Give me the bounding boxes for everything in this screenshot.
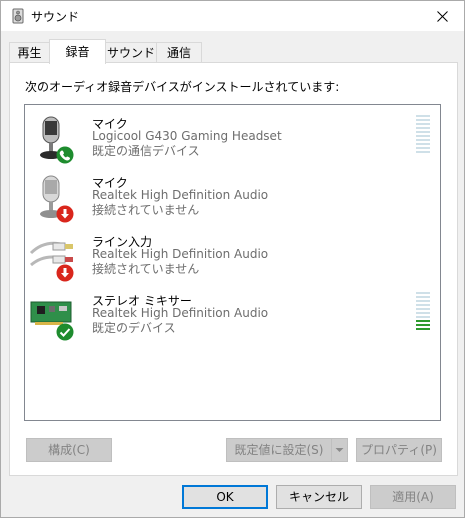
tab-communications[interactable]: 通信 [156, 42, 202, 63]
set-default-dropdown[interactable] [331, 438, 348, 462]
device-status: 既定の通信デバイス [92, 144, 200, 158]
level-meter [416, 115, 430, 155]
recording-panel: 次のオーディオ録音デバイスがインストールされています: マイク Logicool… [9, 62, 458, 476]
title-bar: サウンド [1, 1, 464, 31]
device-status: 接続されていません [92, 262, 200, 276]
device-description: Realtek High Definition Audio [92, 247, 269, 261]
down-arrow-icon [56, 264, 74, 282]
phone-icon [56, 146, 74, 164]
down-arrow-icon [56, 205, 74, 223]
checkmark-icon [56, 323, 74, 341]
configure-button[interactable]: 構成(C) [26, 438, 112, 462]
sound-dialog: サウンド 再生 録音 サウンド 通信 次のオーディオ録音デバイスがインストールさ… [0, 0, 465, 518]
apply-button[interactable]: 適用(A) [370, 485, 456, 509]
list-item[interactable]: マイク Realtek High Definition Audio 接続されてい… [25, 172, 440, 232]
device-description: Realtek High Definition Audio [92, 188, 269, 202]
cancel-button[interactable]: キャンセル [276, 485, 362, 509]
device-description: Logicool G430 Gaming Headset [92, 129, 282, 143]
device-status: 接続されていません [92, 203, 200, 217]
chevron-down-icon [335, 448, 344, 452]
properties-button[interactable]: プロパティ(P) [356, 438, 442, 462]
device-description: Realtek High Definition Audio [92, 306, 269, 320]
tab-playback[interactable]: 再生 [9, 42, 50, 63]
device-status: 既定のデバイス [92, 321, 176, 335]
device-list[interactable]: マイク Logicool G430 Gaming Headset 既定の通信デバ… [24, 104, 441, 421]
list-item[interactable]: マイク Logicool G430 Gaming Headset 既定の通信デバ… [25, 113, 440, 173]
tab-recording[interactable]: 録音 [49, 39, 106, 64]
set-default-button[interactable]: 既定値に設定(S) [226, 438, 332, 462]
ok-button[interactable]: OK [182, 485, 268, 509]
instruction-text: 次のオーディオ録音デバイスがインストールされています: [25, 80, 340, 94]
close-button[interactable] [420, 1, 464, 31]
close-icon [436, 10, 448, 22]
level-meter [416, 292, 430, 332]
list-item[interactable]: ステレオ ミキサー Realtek High Definition Audio … [25, 290, 440, 350]
tab-sounds[interactable]: サウンド [105, 42, 157, 63]
list-item[interactable]: ライン入力 Realtek High Definition Audio 接続され… [25, 231, 440, 291]
speaker-icon [12, 8, 24, 24]
window-title: サウンド [31, 10, 80, 24]
